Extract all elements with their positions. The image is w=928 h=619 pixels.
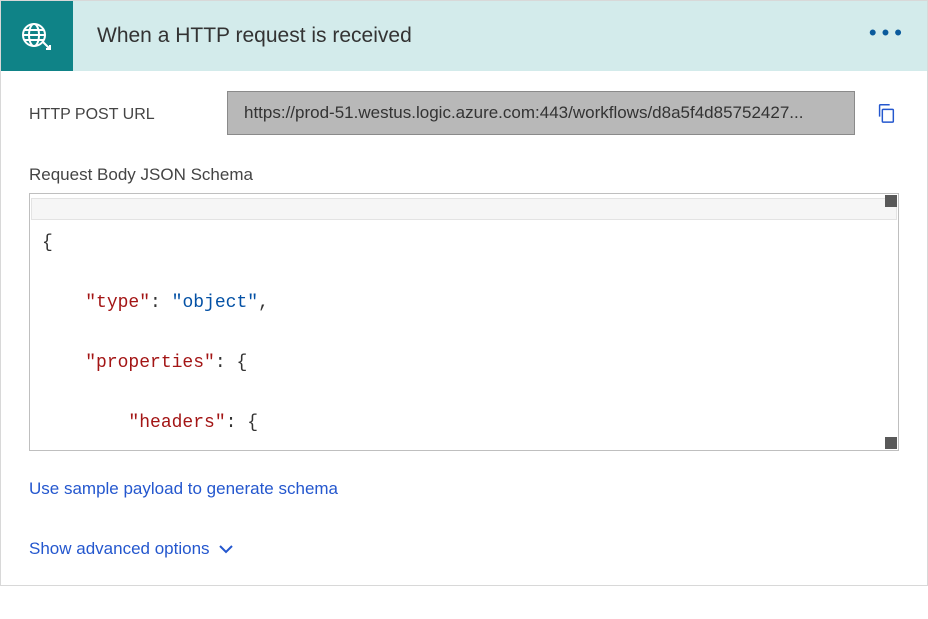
code-token: "headers" [128, 413, 225, 433]
http-request-icon [1, 1, 73, 71]
show-advanced-options-button[interactable]: Show advanced options [29, 539, 899, 559]
sample-payload-row: Use sample payload to generate schema [29, 479, 899, 499]
code-token: "type" [85, 293, 150, 313]
schema-label: Request Body JSON Schema [29, 165, 899, 185]
http-post-url-field[interactable]: https://prod-51.westus.logic.azure.com:4… [227, 91, 855, 135]
show-advanced-options-label: Show advanced options [29, 539, 210, 559]
card-header: When a HTTP request is received ••• [1, 1, 927, 71]
http-trigger-card: When a HTTP request is received ••• HTTP… [0, 0, 928, 586]
card-body: HTTP POST URL https://prod-51.westus.log… [1, 71, 927, 585]
json-schema-editor[interactable]: { "type": "object", "properties": { "hea… [29, 193, 899, 451]
http-post-url-label: HTTP POST URL [29, 102, 209, 124]
chevron-down-icon [218, 541, 234, 557]
editor-content: { "type": "object", "properties": { "hea… [30, 194, 898, 451]
url-row: HTTP POST URL https://prod-51.westus.log… [29, 91, 899, 135]
card-menu-button[interactable]: ••• [869, 24, 907, 48]
use-sample-payload-link[interactable]: Use sample payload to generate schema [29, 479, 338, 498]
editor-scrollbar-bottom[interactable] [885, 437, 897, 449]
code-token: "object" [172, 293, 258, 313]
code-token: "properties" [85, 353, 215, 373]
copy-url-button[interactable] [873, 100, 899, 126]
editor-scrollbar-top[interactable] [885, 195, 897, 207]
card-title: When a HTTP request is received [97, 24, 869, 48]
copy-icon [875, 102, 897, 124]
code-token: { [42, 233, 53, 253]
